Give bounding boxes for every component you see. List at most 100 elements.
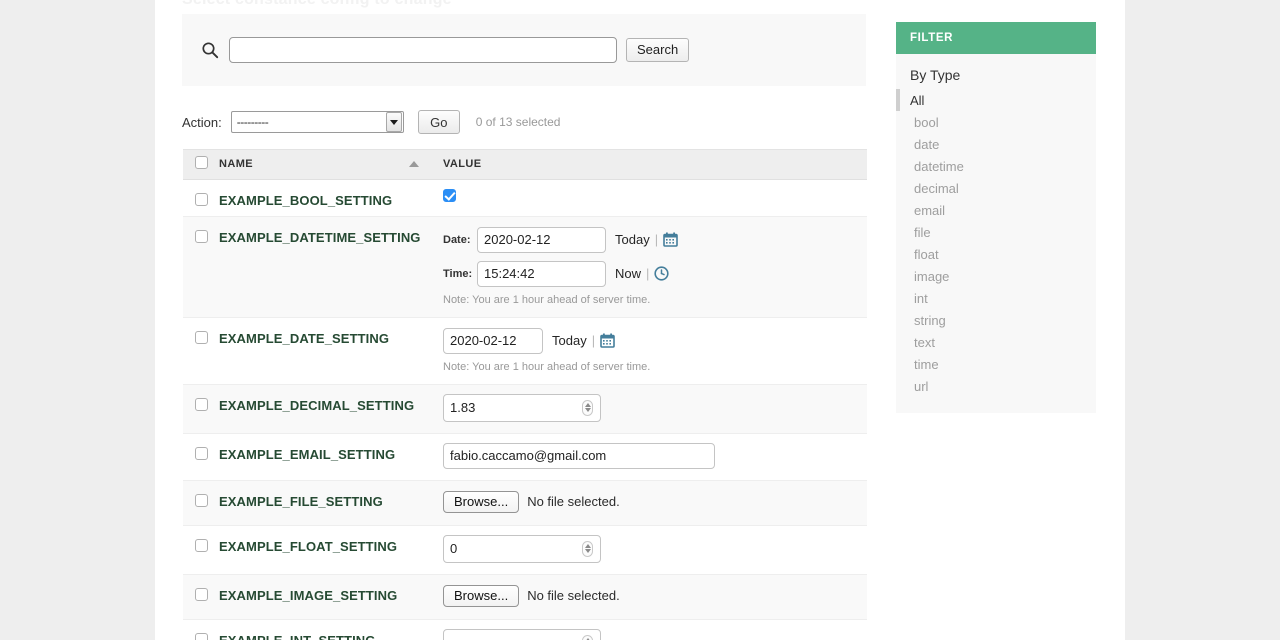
decimal-input-wrapper: [443, 393, 601, 422]
row-checkbox[interactable]: [195, 632, 208, 640]
go-button[interactable]: Go: [417, 110, 460, 134]
calendar-icon[interactable]: [600, 333, 615, 348]
row-name-cell: EXAMPLE_INT_SETTING: [219, 619, 431, 640]
row-value-cell: [431, 433, 867, 481]
divider: |: [654, 232, 659, 247]
date-input[interactable]: [443, 327, 543, 354]
search-button[interactable]: Search: [626, 38, 690, 62]
file-input: Browse... No file selected.: [443, 584, 867, 608]
server-time-note: Note: You are 1 hour ahead of server tim…: [443, 360, 651, 373]
search-icon: [201, 41, 219, 59]
date-row: Date: Today |: [443, 226, 867, 254]
date-row: Today |: [443, 327, 867, 355]
decimal-input[interactable]: [443, 393, 601, 422]
results-table-wrapper: NAME VALUE EXAMPLE_BOOL_SETTING EXAMPLE_…: [183, 149, 867, 640]
filter-item-email[interactable]: email: [896, 199, 1096, 221]
column-header-value-label: VALUE: [443, 158, 482, 171]
setting-name: EXAMPLE_FLOAT_SETTING: [219, 538, 398, 554]
calendar-icon[interactable]: [663, 232, 678, 247]
today-link[interactable]: Today: [552, 333, 587, 348]
row-select-cell: [183, 433, 219, 481]
number-stepper[interactable]: [582, 540, 593, 557]
filter-item-date[interactable]: date: [896, 133, 1096, 155]
file-input: Browse... No file selected.: [443, 490, 867, 514]
filter-item-file[interactable]: file: [896, 221, 1096, 243]
setting-name: EXAMPLE_DECIMAL_SETTING: [219, 397, 415, 413]
now-link[interactable]: Now: [615, 266, 641, 281]
time-row: Time: Now |: [443, 260, 867, 288]
table-row: EXAMPLE_EMAIL_SETTING: [183, 433, 867, 481]
row-checkbox[interactable]: [195, 538, 208, 552]
row-value-cell: [431, 619, 867, 640]
row-name-cell: EXAMPLE_BOOL_SETTING: [219, 179, 431, 217]
datetime-date-input[interactable]: [477, 226, 606, 253]
file-status-label: No file selected.: [527, 494, 620, 509]
filter-header: FILTER: [896, 22, 1096, 54]
table-row: EXAMPLE_FILE_SETTING Browse... No file s…: [183, 480, 867, 526]
datetime-time-input[interactable]: [477, 260, 606, 287]
filter-item-image[interactable]: image: [896, 265, 1096, 287]
column-header-name-label: NAME: [219, 158, 253, 171]
filter-item-all[interactable]: All: [896, 89, 1096, 111]
filter-item-int[interactable]: int: [896, 287, 1096, 309]
filter-item-url[interactable]: url: [896, 375, 1096, 397]
divider: |: [646, 266, 650, 281]
browse-button[interactable]: Browse...: [443, 584, 520, 607]
row-name-cell: EXAMPLE_DATETIME_SETTING: [219, 216, 431, 318]
row-select-cell: [183, 574, 219, 620]
today-link[interactable]: Today: [615, 232, 650, 247]
row-checkbox[interactable]: [195, 587, 208, 601]
table-row: EXAMPLE_IMAGE_SETTING Browse... No file …: [183, 574, 867, 620]
search-input[interactable]: [229, 37, 617, 63]
row-select-cell: [183, 619, 219, 640]
row-value-cell: [431, 179, 867, 217]
selection-counter: 0 of 13 selected: [475, 115, 561, 129]
int-input-wrapper: [443, 628, 601, 640]
float-input[interactable]: [443, 534, 601, 563]
row-value-cell: Today |: [431, 317, 867, 385]
table-header-row: NAME VALUE: [183, 150, 867, 180]
setting-name: EXAMPLE_INT_SETTING: [219, 632, 376, 640]
actions-toolbar: Action: --------- Go 0 of 13 selected: [182, 107, 866, 137]
filter-options-list: All bool date datetime decimal email fil…: [896, 89, 1096, 397]
row-select-cell: [183, 384, 219, 434]
action-select[interactable]: ---------: [230, 111, 404, 133]
filter-item-time[interactable]: time: [896, 353, 1096, 375]
column-header-name[interactable]: NAME: [219, 150, 431, 180]
filter-item-text[interactable]: text: [896, 331, 1096, 353]
filter-item-decimal[interactable]: decimal: [896, 177, 1096, 199]
page-title: Select constance config to change: [182, 0, 452, 9]
row-checkbox[interactable]: [195, 446, 208, 460]
row-checkbox[interactable]: [195, 229, 208, 243]
table-row: EXAMPLE_BOOL_SETTING: [183, 179, 867, 217]
row-select-cell: [183, 525, 219, 575]
row-checkbox[interactable]: [195, 493, 208, 507]
email-input[interactable]: [443, 442, 715, 469]
filter-item-string[interactable]: string: [896, 309, 1096, 331]
filter-item-datetime[interactable]: datetime: [896, 155, 1096, 177]
row-name-cell: EXAMPLE_EMAIL_SETTING: [219, 433, 431, 481]
row-select-cell: [183, 480, 219, 526]
row-name-cell: EXAMPLE_FILE_SETTING: [219, 480, 431, 526]
action-label: Action:: [182, 114, 222, 130]
row-checkbox[interactable]: [195, 330, 208, 344]
number-stepper[interactable]: [582, 399, 593, 416]
filter-item-float[interactable]: float: [896, 243, 1096, 265]
int-input[interactable]: [443, 628, 601, 640]
row-name-cell: EXAMPLE_IMAGE_SETTING: [219, 574, 431, 620]
row-value-cell: Browse... No file selected.: [431, 574, 867, 620]
select-all-checkbox[interactable]: [195, 156, 208, 170]
column-header-value[interactable]: VALUE: [431, 150, 867, 180]
row-checkbox[interactable]: [195, 192, 208, 206]
clock-icon[interactable]: [654, 266, 670, 281]
setting-name: EXAMPLE_DATE_SETTING: [219, 330, 390, 346]
date-label: Date:: [443, 233, 471, 246]
bool-value-checkbox[interactable]: [443, 188, 456, 202]
action-select-value: ---------: [236, 115, 269, 129]
page-root: Select constance config to change Search…: [0, 0, 1280, 640]
row-checkbox[interactable]: [195, 397, 208, 411]
filter-item-bool[interactable]: bool: [896, 111, 1096, 133]
browse-button[interactable]: Browse...: [443, 490, 520, 513]
row-value-cell: [431, 525, 867, 575]
row-select-cell: [183, 216, 219, 318]
